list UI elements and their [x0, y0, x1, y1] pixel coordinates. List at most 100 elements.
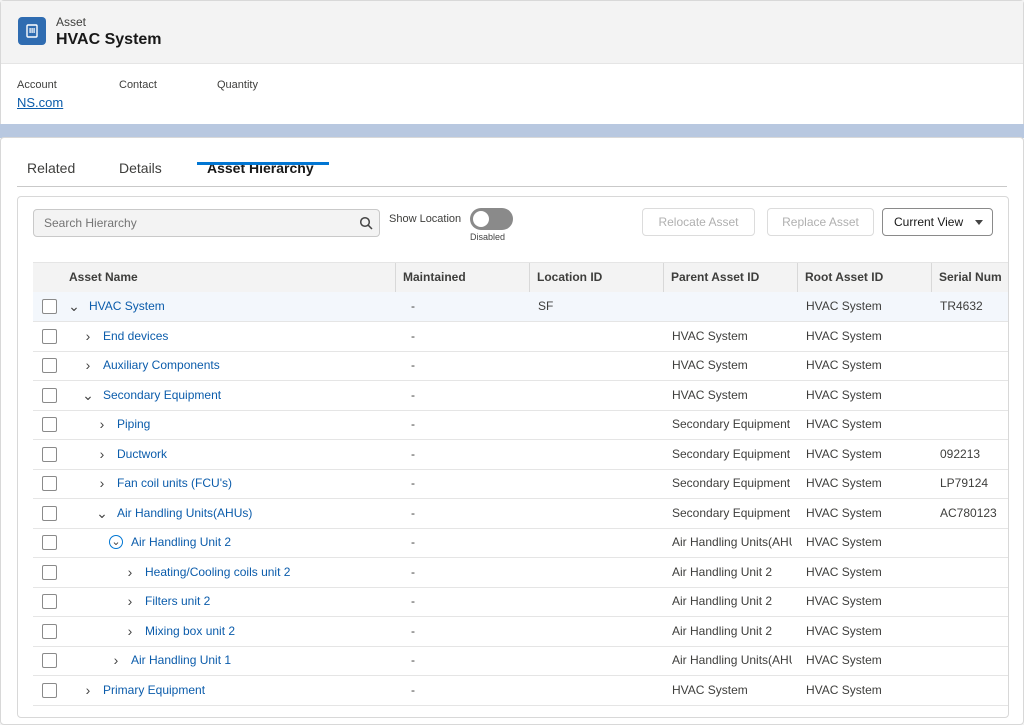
chevron-right-icon[interactable]: ›	[81, 328, 95, 344]
table-row[interactable]: › Fan coil units (FCU's) - Secondary Equipm…	[33, 469, 1008, 499]
column-header-serial-number[interactable]: Serial Num	[932, 263, 1008, 292]
chevron-down-icon[interactable]: ⌄	[81, 387, 95, 403]
tab-related[interactable]: Related	[27, 160, 75, 176]
show-location-toggle[interactable]	[470, 208, 513, 230]
chevron-right-icon[interactable]: ›	[81, 357, 95, 373]
row-checkbox[interactable]	[42, 594, 57, 609]
row-checkbox[interactable]	[42, 476, 57, 491]
parent-asset-id-cell: Air Handling Units(AHUs)	[672, 653, 792, 667]
column-header-root-asset-id[interactable]: Root Asset ID	[798, 263, 932, 292]
location-id-cell: SF	[538, 299, 554, 313]
asset-name-link[interactable]: Air Handling Unit 2	[131, 528, 231, 557]
maintained-cell: -	[411, 505, 415, 520]
table-row[interactable]: ⌄ HVAC System - SF HVAC System TR4632	[33, 292, 1008, 322]
search-icon[interactable]	[359, 216, 373, 230]
hierarchy-panel: Show Location Disabled Relocate Asset Re…	[17, 196, 1009, 718]
chevron-right-icon[interactable]: ›	[123, 564, 137, 580]
chevron-right-icon[interactable]: ›	[95, 475, 109, 491]
asset-name-link[interactable]: Fan coil units (FCU's)	[117, 469, 232, 498]
row-checkbox[interactable]	[42, 535, 57, 550]
root-asset-id-cell: HVAC System	[806, 387, 882, 402]
table-row[interactable]: › Piping - Secondary Equipment HVAC System	[33, 410, 1008, 440]
table-row[interactable]: ⌄ Air Handling Units(AHUs) - Secondary Equi…	[33, 499, 1008, 529]
root-asset-id-cell: HVAC System	[806, 653, 882, 667]
parent-asset-id-cell: Air Handling Unit 2	[672, 594, 773, 608]
search-box	[33, 209, 380, 237]
chevron-right-icon[interactable]: ›	[81, 682, 95, 698]
parent-asset-id-cell: Air Handling Units(AHUs)	[672, 535, 792, 549]
asset-name-link[interactable]: Filters unit 2	[145, 587, 210, 616]
asset-name-link[interactable]: Air Handling Units(AHUs)	[117, 499, 252, 528]
root-asset-id-cell: HVAC System	[806, 299, 882, 313]
chevron-down-icon[interactable]: ⌄	[95, 505, 109, 521]
view-selector[interactable]: Current View	[882, 208, 993, 236]
asset-name-link[interactable]: Auxiliary Components	[103, 351, 220, 380]
table-row[interactable]: ⌄ Air Handling Unit 2 - Air Handling Units(…	[33, 528, 1008, 558]
account-link[interactable]: NS.com	[17, 95, 63, 110]
chevron-right-icon[interactable]: ›	[95, 446, 109, 462]
chevron-right-icon[interactable]: ›	[95, 416, 109, 432]
chevron-right-icon[interactable]: ›	[109, 652, 123, 668]
chevron-right-icon[interactable]: ›	[123, 593, 137, 609]
asset-name-link[interactable]: Secondary Equipment	[103, 381, 221, 410]
root-asset-id-cell: HVAC System	[806, 328, 882, 343]
chevron-right-icon[interactable]: ›	[123, 623, 137, 639]
row-checkbox[interactable]	[42, 387, 57, 403]
relocate-asset-button[interactable]: Relocate Asset	[642, 208, 755, 236]
decorative-band	[0, 124, 1024, 138]
tab-bar: Related Details Asset Hierarchy	[17, 160, 1007, 187]
asset-name-link[interactable]: HVAC System	[89, 292, 165, 321]
replace-asset-button[interactable]: Replace Asset	[767, 208, 874, 236]
column-header-asset-name[interactable]: Asset Name	[33, 263, 396, 292]
asset-name-link[interactable]: Air Handling Unit 1	[131, 646, 231, 675]
view-selector-label: Current View	[894, 215, 964, 229]
maintained-cell: -	[411, 387, 415, 402]
row-checkbox[interactable]	[42, 505, 57, 521]
maintained-cell: -	[411, 358, 415, 372]
asset-name-link[interactable]: End devices	[103, 322, 168, 351]
column-header-maintained[interactable]: Maintained	[396, 263, 530, 292]
main-card: Related Details Asset Hierarchy Show Loc…	[0, 137, 1024, 725]
table-row[interactable]: › Air Handling Unit 1 - Air Handling Units(…	[33, 646, 1008, 676]
chevron-down-icon[interactable]: ⌄	[109, 535, 123, 549]
row-checkbox[interactable]	[42, 328, 57, 344]
maintained-cell: -	[411, 535, 415, 549]
tab-details[interactable]: Details	[119, 160, 162, 176]
table-row[interactable]: › Filters unit 2 - Air Handling Unit 2 HVAC …	[33, 587, 1008, 617]
maintained-cell: -	[411, 594, 415, 608]
table-row[interactable]: › Primary Equipment - HVAC System HVAC Syste…	[33, 676, 1008, 706]
row-checkbox[interactable]	[42, 358, 57, 373]
row-checkbox[interactable]	[42, 446, 57, 462]
row-checkbox[interactable]	[42, 623, 57, 639]
maintained-cell: -	[411, 682, 415, 697]
search-input[interactable]	[34, 210, 364, 236]
row-checkbox[interactable]	[42, 564, 57, 580]
table-row[interactable]: › Auxiliary Components - HVAC System HVAC Sy…	[33, 351, 1008, 381]
row-checkbox[interactable]	[42, 299, 57, 314]
asset-name-link[interactable]: Primary Equipment	[103, 676, 205, 705]
parent-asset-id-cell: Air Handling Unit 2	[672, 564, 773, 579]
table-row[interactable]: › Ductwork - Secondary Equipment HVAC System…	[33, 440, 1008, 470]
row-checkbox[interactable]	[42, 653, 57, 668]
column-header-location-id[interactable]: Location ID	[530, 263, 664, 292]
asset-object-icon	[18, 17, 46, 45]
maintained-cell: -	[411, 564, 415, 579]
row-checkbox[interactable]	[42, 682, 57, 698]
asset-name-link[interactable]: Ductwork	[117, 440, 167, 469]
table-row[interactable]: › Heating/Cooling coils unit 2 - Air Handli…	[33, 558, 1008, 588]
table-row[interactable]: › End devices - HVAC System HVAC System	[33, 322, 1008, 352]
header-title-bar: Asset HVAC System	[1, 1, 1023, 64]
root-asset-id-cell: HVAC System	[806, 564, 882, 579]
root-asset-id-cell: HVAC System	[806, 446, 882, 461]
parent-asset-id-cell: HVAC System	[672, 358, 748, 372]
asset-name-link[interactable]: Heating/Cooling coils unit 2	[145, 558, 290, 587]
asset-name-link[interactable]: Mixing box unit 2	[145, 617, 235, 646]
asset-name-link[interactable]: Piping	[117, 410, 150, 439]
table-row[interactable]: ⌄ Secondary Equipment - HVAC System HVAC Sys…	[33, 381, 1008, 411]
serial-number-cell: TR4632	[940, 299, 983, 313]
serial-number-cell: AC780123	[940, 505, 997, 520]
table-row[interactable]: › Mixing box unit 2 - Air Handling Unit 2 HV…	[33, 617, 1008, 647]
column-header-parent-asset-id[interactable]: Parent Asset ID	[664, 263, 798, 292]
chevron-down-icon[interactable]: ⌄	[67, 298, 81, 314]
row-checkbox[interactable]	[42, 417, 57, 432]
